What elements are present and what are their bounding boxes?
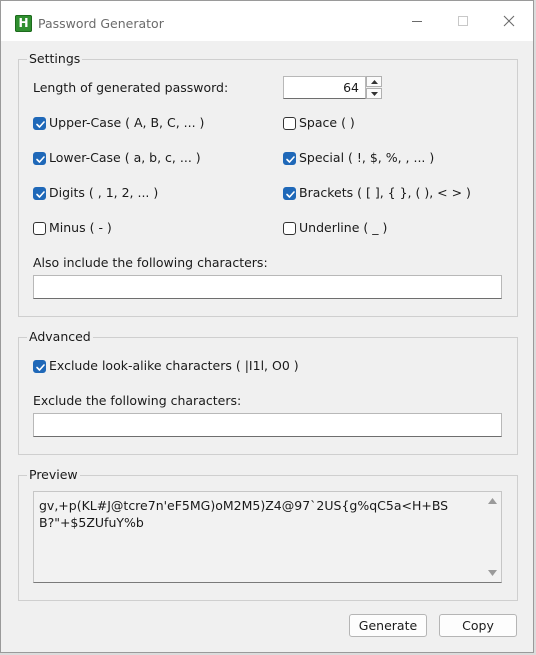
upper-case-checkbox[interactable]: [33, 116, 46, 130]
close-icon: [503, 15, 515, 27]
close-button[interactable]: [486, 1, 532, 41]
minimize-icon: [412, 21, 422, 22]
scroll-up-icon: [488, 498, 497, 504]
include-chars-input[interactable]: [33, 275, 502, 299]
exclude-lookalike-label: Exclude look-alike characters ( |I1l, O0…: [49, 358, 299, 373]
digits-option[interactable]: Digits ( , 1, 2, ... ): [33, 185, 158, 201]
brackets-checkbox[interactable]: [283, 186, 296, 200]
lower-case-label: Lower-Case ( a, b, c, ... ): [49, 150, 201, 165]
exclude-chars-label: Exclude the following characters:: [33, 393, 242, 408]
exclude-lookalike-checkbox[interactable]: [33, 359, 46, 373]
scroll-down-icon: [488, 570, 497, 576]
spin-up-button[interactable]: [366, 76, 382, 87]
minus-checkbox[interactable]: [33, 221, 46, 235]
preview-textarea[interactable]: gv,+p(KL#J@tcre7n'eF5MG)oM2M5)Z4@97`2US{…: [33, 491, 502, 583]
generate-button[interactable]: Generate: [349, 614, 427, 637]
include-chars-label: Also include the following characters:: [33, 255, 268, 270]
window-title: Password Generator: [38, 16, 164, 31]
exclude-lookalike-option[interactable]: Exclude look-alike characters ( |I1l, O0…: [33, 358, 299, 374]
chevron-up-icon: [370, 79, 378, 84]
brackets-option[interactable]: Brackets ( [ ], { }, ( ), < > ): [283, 185, 471, 201]
upper-case-label: Upper-Case ( A, B, C, ... ): [49, 115, 205, 130]
digits-checkbox[interactable]: [33, 186, 46, 200]
title-bar[interactable]: H Password Generator: [1, 1, 533, 41]
password-generator-window: H Password Generator Settings Length of …: [0, 0, 534, 653]
advanced-group-title: Advanced: [27, 329, 93, 345]
length-spinner: [366, 76, 382, 99]
length-label: Length of generated password:: [33, 80, 229, 95]
checkmark-icon: [286, 190, 295, 198]
length-input[interactable]: 64: [283, 76, 366, 99]
spin-down-button[interactable]: [366, 88, 382, 99]
minimize-button[interactable]: [394, 1, 440, 41]
upper-case-option[interactable]: Upper-Case ( A, B, C, ... ): [33, 115, 204, 131]
space-option[interactable]: Space ( ): [283, 115, 355, 131]
checkmark-icon: [36, 120, 45, 128]
settings-group-title: Settings: [27, 51, 83, 67]
lower-case-checkbox[interactable]: [33, 151, 46, 165]
lower-case-option[interactable]: Lower-Case ( a, b, c, ... ): [33, 150, 201, 166]
space-checkbox[interactable]: [283, 116, 296, 130]
special-label: Special ( !, $, %, , ... ): [299, 150, 435, 165]
exclude-chars-input[interactable]: [33, 413, 502, 437]
special-option[interactable]: Special ( !, $, %, , ... ): [283, 150, 434, 166]
preview-group-title: Preview: [27, 467, 80, 483]
chevron-down-icon: [370, 91, 378, 96]
space-label: Space ( ): [299, 115, 355, 130]
underline-checkbox[interactable]: [283, 221, 296, 235]
brackets-label: Brackets ( [ ], { }, ( ), < > ): [299, 185, 471, 200]
checkmark-icon: [36, 190, 45, 198]
minus-label: Minus ( - ): [49, 220, 112, 235]
checkmark-icon: [286, 155, 295, 163]
checkmark-icon: [36, 155, 45, 163]
preview-scrollbar[interactable]: [484, 492, 501, 582]
app-icon: H: [15, 15, 32, 32]
copy-button[interactable]: Copy: [439, 614, 517, 637]
checkmark-icon: [36, 363, 45, 371]
maximize-icon: [458, 16, 468, 26]
preview-text: gv,+p(KL#J@tcre7n'eF5MG)oM2M5)Z4@97`2US{…: [39, 498, 449, 530]
underline-option[interactable]: Underline ( _ ): [283, 220, 387, 236]
special-checkbox[interactable]: [283, 151, 296, 165]
maximize-button[interactable]: [440, 1, 486, 41]
digits-label: Digits ( , 1, 2, ... ): [49, 185, 159, 200]
minus-option[interactable]: Minus ( - ): [33, 220, 112, 236]
underline-label: Underline ( _ ): [299, 220, 388, 235]
